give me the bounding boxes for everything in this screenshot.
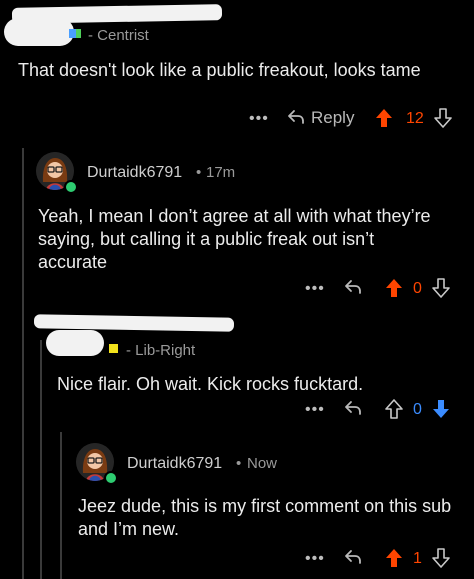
reply-icon bbox=[345, 280, 361, 294]
comment-text: That doesn't look like a public freakout… bbox=[18, 60, 421, 80]
reply-button[interactable] bbox=[343, 547, 363, 567]
more-options-button[interactable]: ••• bbox=[305, 280, 325, 298]
comment-timestamp: 17m bbox=[206, 164, 236, 181]
reply-button[interactable] bbox=[343, 277, 363, 297]
flair-icon-accent bbox=[76, 29, 81, 38]
user-flair: - Lib-Right bbox=[126, 342, 196, 359]
more-options-button[interactable]: ••• bbox=[305, 550, 325, 568]
downvote-arrow-icon bbox=[432, 548, 450, 568]
downvote-button[interactable] bbox=[433, 107, 453, 129]
online-status-dot bbox=[104, 471, 118, 485]
reply-icon bbox=[345, 401, 361, 415]
upvote-button[interactable] bbox=[384, 277, 404, 299]
thread-line-level-3 bbox=[60, 432, 62, 579]
vote-score: 12 bbox=[406, 110, 424, 127]
more-options-button[interactable]: ••• bbox=[249, 110, 269, 128]
thread-line-level-2 bbox=[40, 340, 42, 579]
reply-icon bbox=[288, 110, 304, 124]
reply-button[interactable] bbox=[286, 107, 306, 127]
downvote-arrow-icon bbox=[433, 400, 449, 418]
reply-label[interactable]: Reply bbox=[311, 108, 354, 128]
upvote-arrow-icon bbox=[385, 399, 403, 419]
comment-text: Yeah, I mean I don’t agree at all with w… bbox=[38, 206, 431, 272]
meta-separator: • bbox=[196, 164, 202, 181]
downvote-arrow-icon bbox=[432, 278, 450, 298]
username[interactable]: Durtaidk6791 bbox=[127, 455, 222, 473]
redacted-avatar-scribble bbox=[4, 18, 74, 46]
upvote-arrow-icon bbox=[376, 109, 392, 127]
thread-line-level-1 bbox=[22, 148, 24, 579]
vote-score: 1 bbox=[413, 550, 422, 567]
downvote-button[interactable] bbox=[431, 547, 451, 569]
reply-button[interactable] bbox=[343, 398, 363, 418]
upvote-button[interactable] bbox=[384, 398, 404, 420]
flair-icon bbox=[109, 344, 118, 353]
comment-text: Nice flair. Oh wait. Kick rocks fucktard… bbox=[57, 374, 364, 394]
meta-separator: • bbox=[236, 455, 242, 472]
comment-text: Jeez dude, this is my first comment on t… bbox=[78, 496, 452, 539]
online-status-dot bbox=[64, 180, 78, 194]
downvote-arrow-icon bbox=[434, 108, 452, 128]
downvote-button[interactable] bbox=[431, 277, 451, 299]
upvote-arrow-icon bbox=[386, 549, 402, 567]
vote-score: 0 bbox=[413, 401, 422, 418]
downvote-button[interactable] bbox=[431, 398, 451, 420]
upvote-button[interactable] bbox=[384, 547, 404, 569]
upvote-button[interactable] bbox=[374, 107, 394, 129]
user-flair: - Centrist bbox=[88, 27, 149, 44]
username[interactable]: Durtaidk6791 bbox=[87, 164, 182, 182]
redacted-avatar-scribble bbox=[46, 330, 104, 356]
upvote-arrow-icon bbox=[386, 279, 402, 297]
comment-timestamp: Now bbox=[247, 455, 278, 472]
reply-icon bbox=[345, 550, 361, 564]
more-options-button[interactable]: ••• bbox=[305, 401, 325, 419]
vote-score: 0 bbox=[413, 280, 422, 297]
